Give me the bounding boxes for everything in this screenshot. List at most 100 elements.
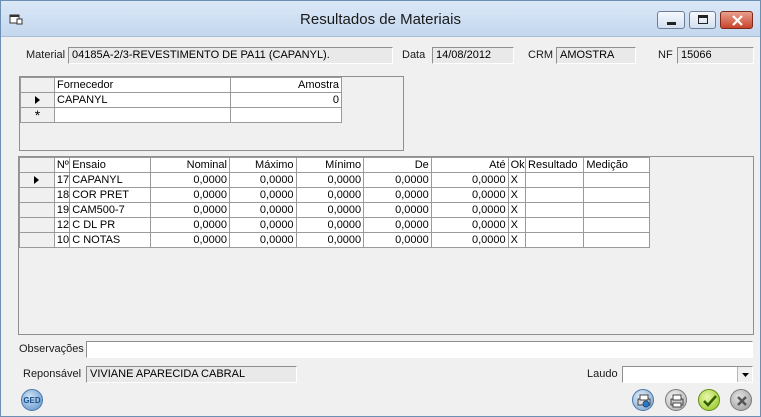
cell-numero[interactable]: 18 [53, 187, 71, 203]
laudo-select[interactable] [622, 366, 753, 383]
cell-numero[interactable]: 12 [53, 217, 71, 233]
column-header-nominal[interactable]: Nominal [150, 157, 230, 173]
row-selector[interactable] [19, 187, 55, 203]
cell-ok[interactable]: X [507, 217, 527, 233]
cell-ate[interactable]: 0,0000 [430, 202, 509, 218]
cell-de[interactable]: 0,0000 [363, 232, 432, 248]
cell-nominal[interactable]: 0,0000 [150, 172, 230, 188]
cell-fornecedor[interactable]: CAPANYL [54, 92, 231, 108]
row-selector[interactable] [19, 172, 55, 188]
cell-amostra[interactable]: 0 [230, 92, 342, 108]
print-preview-button[interactable] [632, 389, 654, 411]
cell-medicao[interactable] [583, 202, 650, 218]
cell-numero[interactable]: 17 [53, 172, 71, 188]
column-header-maximo[interactable]: Máximo [228, 157, 297, 173]
cell-nominal[interactable]: 0,0000 [150, 232, 230, 248]
table-row[interactable]: 12 C DL PR 0,0000 0,0000 0,0000 0,0000 0… [19, 217, 650, 233]
cell-numero[interactable]: 19 [53, 202, 71, 218]
cell-ok[interactable]: X [507, 172, 527, 188]
nf-field[interactable]: 15066 [677, 47, 754, 64]
cell-ate[interactable]: 0,0000 [430, 172, 509, 188]
cell-medicao[interactable] [583, 217, 650, 233]
cell-de[interactable]: 0,0000 [363, 187, 432, 203]
cell-de[interactable]: 0,0000 [363, 172, 432, 188]
table-row[interactable]: 10 C NOTAS 0,0000 0,0000 0,0000 0,0000 0… [19, 232, 650, 248]
laudo-dropdown-button[interactable] [737, 367, 752, 382]
column-header-de[interactable]: De [363, 157, 432, 173]
table-row[interactable]: 18 COR PRET 0,0000 0,0000 0,0000 0,0000 … [19, 187, 650, 203]
cell-ok[interactable]: X [507, 187, 527, 203]
cell-ate[interactable]: 0,0000 [430, 187, 509, 203]
cell-ensaio[interactable]: CAM500-7 [69, 202, 152, 218]
row-selector[interactable] [19, 202, 55, 218]
cell-minimo[interactable]: 0,0000 [295, 217, 365, 233]
column-header-fornecedor[interactable]: Fornecedor [54, 77, 231, 93]
cell-minimo[interactable]: 0,0000 [295, 187, 365, 203]
material-field[interactable]: 04185A-2/3-REVESTIMENTO DE PA11 (CAPANYL… [68, 47, 393, 64]
cell-fornecedor-new[interactable] [54, 107, 231, 123]
column-header-ensaio[interactable]: Ensaio [69, 157, 152, 173]
new-row[interactable]: * [20, 107, 342, 123]
cancel-button[interactable] [730, 389, 752, 411]
cell-nominal[interactable]: 0,0000 [150, 187, 230, 203]
cell-maximo[interactable]: 0,0000 [228, 172, 297, 188]
cell-ensaio[interactable]: C DL PR [69, 217, 152, 233]
title-bar[interactable]: Resultados de Materiais [1, 1, 760, 37]
cell-ensaio[interactable]: COR PRET [69, 187, 152, 203]
column-header-ok[interactable]: Ok [507, 157, 527, 173]
cell-de[interactable]: 0,0000 [363, 217, 432, 233]
cell-ensaio[interactable]: CAPANYL [69, 172, 152, 188]
cell-de[interactable]: 0,0000 [363, 202, 432, 218]
cell-ensaio[interactable]: C NOTAS [69, 232, 152, 248]
cell-resultado[interactable] [525, 217, 585, 233]
cell-medicao[interactable] [583, 232, 650, 248]
column-header-numero[interactable]: Nº [53, 157, 71, 173]
cell-maximo[interactable]: 0,0000 [228, 202, 297, 218]
cell-ate[interactable]: 0,0000 [430, 217, 509, 233]
column-header-ate[interactable]: Até [430, 157, 509, 173]
table-row[interactable]: CAPANYL 0 [20, 92, 342, 108]
row-selector[interactable] [19, 232, 55, 248]
cell-resultado[interactable] [525, 202, 585, 218]
ged-button[interactable]: GED [21, 389, 43, 411]
table-row[interactable]: 19 CAM500-7 0,0000 0,0000 0,0000 0,0000 … [19, 202, 650, 218]
cell-resultado[interactable] [525, 187, 585, 203]
close-button[interactable] [720, 11, 753, 29]
cell-ate[interactable]: 0,0000 [430, 232, 509, 248]
table-row[interactable]: 17 CAPANYL 0,0000 0,0000 0,0000 0,0000 0… [19, 172, 650, 188]
confirm-button[interactable] [698, 389, 720, 411]
close-icon [732, 15, 743, 26]
print-button[interactable] [665, 389, 687, 411]
cell-numero[interactable]: 10 [53, 232, 71, 248]
crm-field[interactable]: AMOSTRA [556, 47, 636, 64]
maximize-button[interactable] [689, 11, 716, 29]
tests-grid[interactable]: Nº Ensaio Nominal Máximo Mínimo De Até O… [18, 156, 754, 335]
row-selector[interactable] [20, 92, 55, 108]
cell-medicao[interactable] [583, 172, 650, 188]
chevron-down-icon [742, 373, 749, 377]
row-selector[interactable] [19, 217, 55, 233]
cell-minimo[interactable]: 0,0000 [295, 232, 365, 248]
observacoes-input[interactable] [86, 341, 753, 358]
column-header-resultado[interactable]: Resultado [525, 157, 585, 173]
responsavel-field[interactable]: VIVIANE APARECIDA CABRAL [86, 366, 297, 383]
column-header-medicao[interactable]: Medição [583, 157, 650, 173]
cell-maximo[interactable]: 0,0000 [228, 217, 297, 233]
data-field[interactable]: 14/08/2012 [432, 47, 514, 64]
supplier-grid[interactable]: Fornecedor Amostra CAPANYL 0 * [19, 76, 404, 151]
cell-amostra-new[interactable] [230, 107, 342, 123]
cell-maximo[interactable]: 0,0000 [228, 232, 297, 248]
cell-minimo[interactable]: 0,0000 [295, 202, 365, 218]
cell-maximo[interactable]: 0,0000 [228, 187, 297, 203]
cell-resultado[interactable] [525, 232, 585, 248]
cell-ok[interactable]: X [507, 232, 527, 248]
minimize-button[interactable] [657, 11, 685, 29]
column-header-amostra[interactable]: Amostra [230, 77, 342, 93]
cell-medicao[interactable] [583, 187, 650, 203]
cell-resultado[interactable] [525, 172, 585, 188]
cell-ok[interactable]: X [507, 202, 527, 218]
column-header-minimo[interactable]: Mínimo [295, 157, 365, 173]
cell-nominal[interactable]: 0,0000 [150, 217, 230, 233]
cell-minimo[interactable]: 0,0000 [295, 172, 365, 188]
cell-nominal[interactable]: 0,0000 [150, 202, 230, 218]
